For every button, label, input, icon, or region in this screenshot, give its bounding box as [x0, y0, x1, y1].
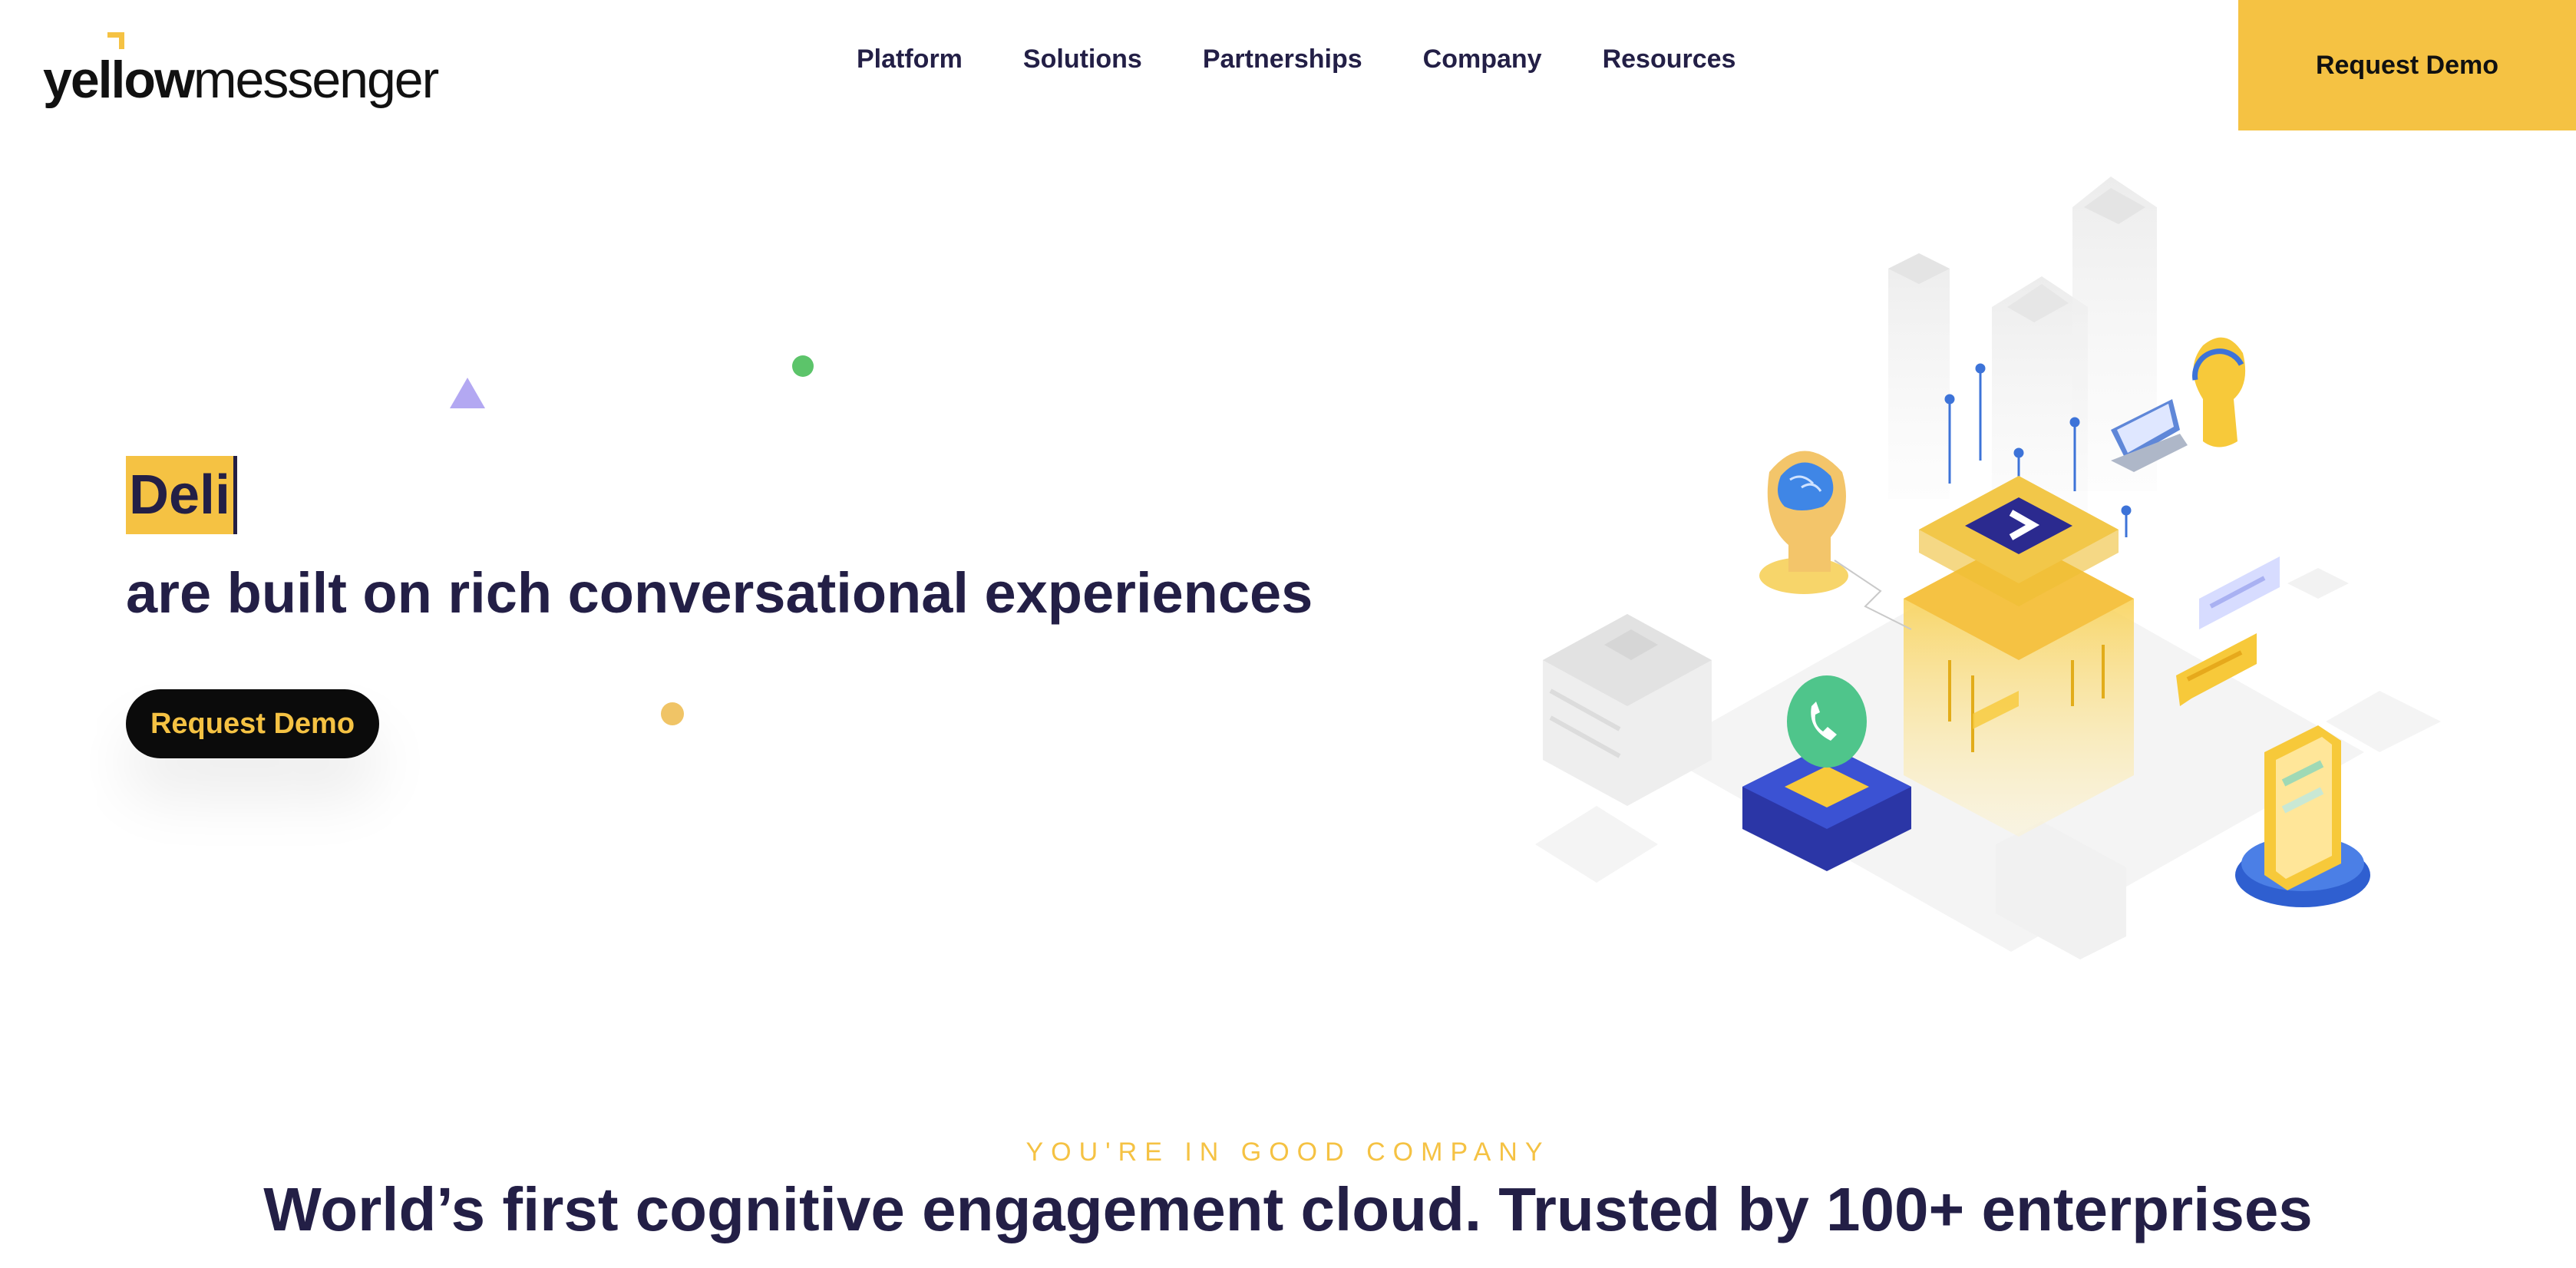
nav-platform[interactable]: Platform	[857, 45, 963, 74]
nav-resources[interactable]: Resources	[1603, 45, 1736, 74]
nav-company[interactable]: Company	[1423, 45, 1542, 74]
typing-caret	[233, 456, 238, 534]
central-platform-cube	[1904, 476, 2134, 837]
main-nav: Platform Solutions Partnerships Company …	[857, 45, 1735, 74]
office-building	[1543, 614, 1712, 806]
ground-tile	[1535, 806, 1658, 883]
hero-typed-headline: Deli	[126, 456, 238, 534]
site-header: yellow messenger Platform Solutions Part…	[0, 0, 2576, 130]
hero-request-demo-button[interactable]: Request Demo	[126, 689, 379, 758]
yellow-dot-decoration-icon	[661, 702, 684, 725]
isometric-platform-illustration	[1535, 177, 2441, 959]
nav-solutions[interactable]: Solutions	[1023, 45, 1142, 74]
section-title: World’s first cognitive engagement cloud…	[263, 1175, 2313, 1243]
typed-word: Deli	[126, 456, 234, 534]
logo-corner-mark-icon	[107, 32, 124, 49]
support-agent-icon	[2192, 337, 2246, 447]
green-dot-decoration-icon	[792, 355, 814, 377]
yellowmessenger-logo[interactable]: yellow messenger	[43, 21, 439, 109]
logo-text-yellow: yellow	[43, 51, 195, 109]
tower-buildings	[1888, 177, 2157, 530]
nav-partnerships[interactable]: Partnerships	[1203, 45, 1362, 74]
ai-brain-head-icon	[1759, 451, 1848, 594]
header-request-demo-button[interactable]: Request Demo	[2238, 0, 2576, 130]
logo-text-messenger: messenger	[193, 51, 439, 109]
triangle-decoration-icon	[450, 378, 485, 408]
section-eyebrow: YOU'RE IN GOOD COMPANY	[1025, 1138, 1551, 1167]
hero-subtitle: are built on rich conversational experie…	[126, 561, 1313, 625]
